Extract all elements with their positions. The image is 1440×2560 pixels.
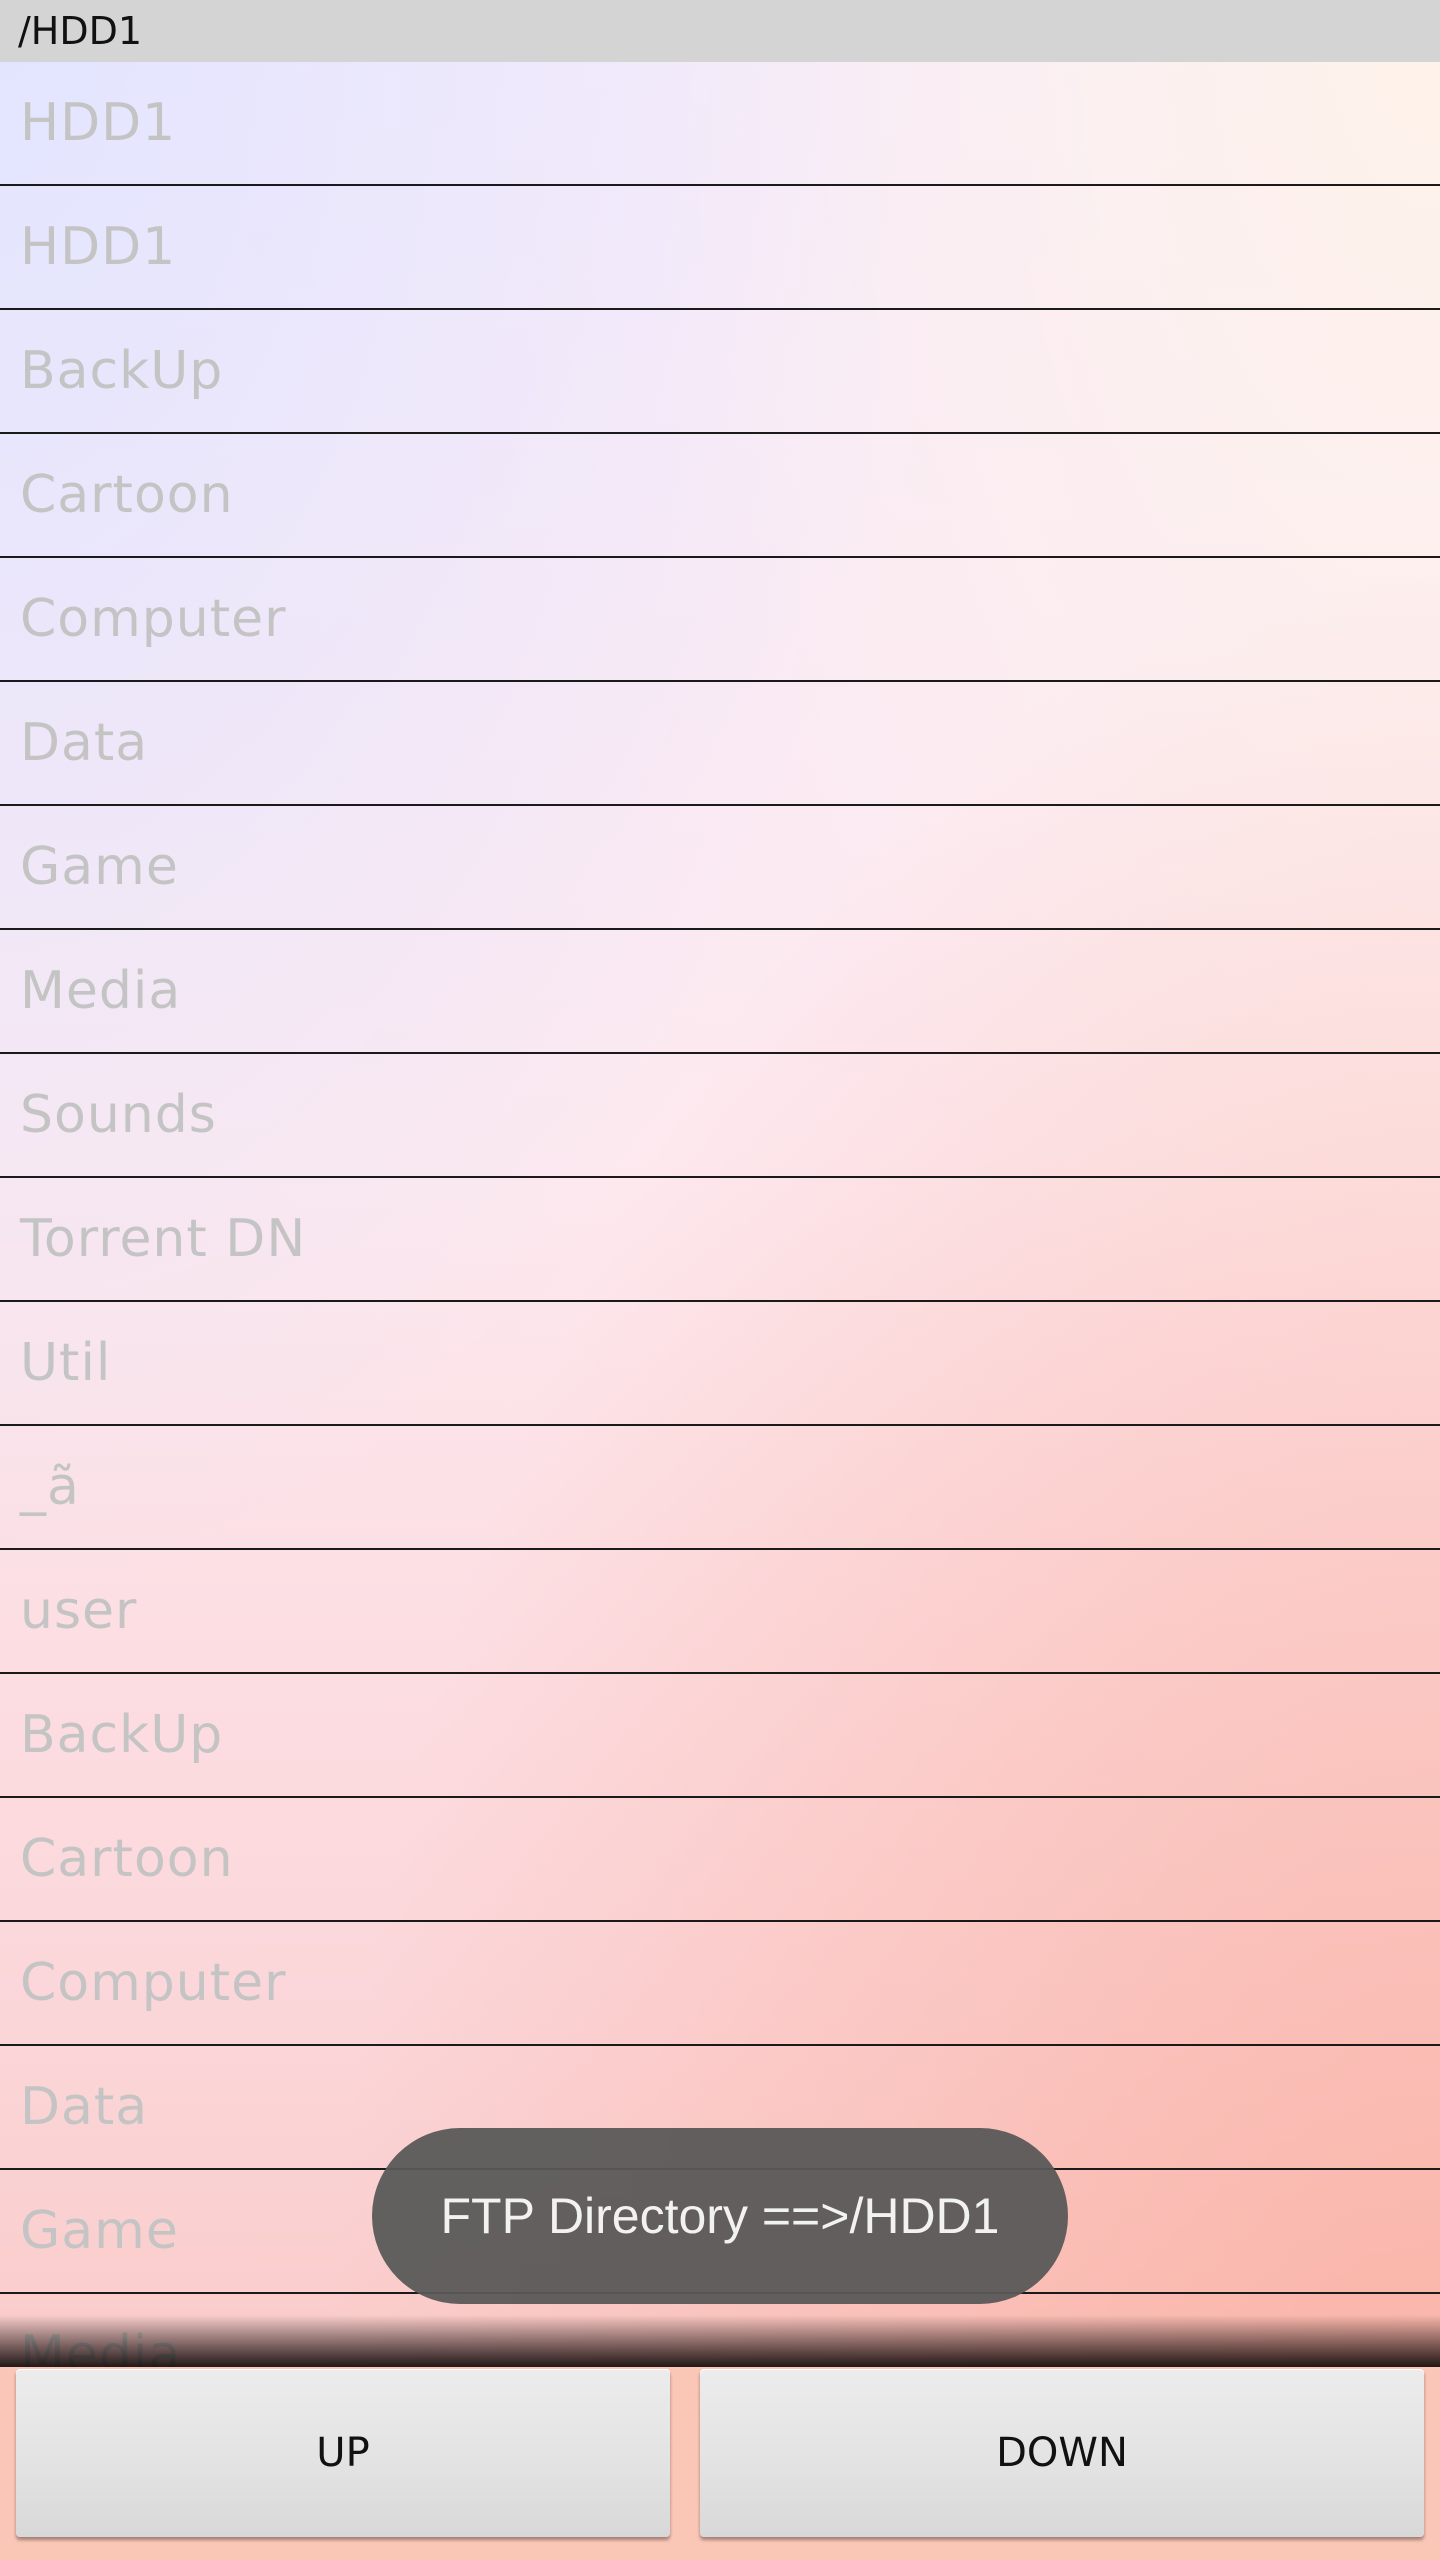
toast: FTP Directory ==>/HDD1 [372, 2128, 1068, 2304]
button-bar: UP DOWN [0, 2367, 1440, 2560]
list-item-label: Cartoon [20, 465, 234, 525]
list-item[interactable]: Cartoon [0, 1798, 1440, 1922]
list-item-label: Computer [20, 589, 287, 649]
list-item-label: BackUp [20, 341, 224, 401]
list-item-label: Sounds [20, 1085, 217, 1145]
list-item[interactable]: _ã [0, 1426, 1440, 1550]
list-item[interactable]: Computer [0, 1922, 1440, 2046]
list-item[interactable]: Media [0, 930, 1440, 1054]
list-item-label: Media [20, 2325, 182, 2367]
list-item-label: user [20, 1581, 138, 1641]
list-item[interactable]: Computer [0, 558, 1440, 682]
list-item[interactable]: BackUp [0, 1674, 1440, 1798]
list-item-label: _ã [20, 1457, 80, 1517]
list-item-label: Data [20, 713, 149, 773]
list-item-label: Data [20, 2077, 149, 2137]
file-list[interactable]: HDD1 HDD1 BackUp Cartoon Computer Data G… [0, 62, 1440, 2367]
toast-message: FTP Directory ==>/HDD1 [440, 2188, 1000, 2244]
list-item-label: Cartoon [20, 1829, 234, 1889]
list-item-label: Game [20, 2201, 179, 2261]
list-item[interactable]: Torrent DN [0, 1178, 1440, 1302]
list-item-label: Util [20, 1333, 112, 1393]
list-item[interactable]: Media [0, 2294, 1440, 2367]
list-item-label: BackUp [20, 1705, 224, 1765]
list-item[interactable]: HDD1 [0, 186, 1440, 310]
list-item-label: HDD1 [20, 93, 177, 153]
list-item[interactable]: Util [0, 1302, 1440, 1426]
list-item-label: Game [20, 837, 179, 897]
current-path: /HDD1 [18, 9, 143, 53]
path-bar: /HDD1 [0, 0, 1440, 62]
down-button[interactable]: DOWN [700, 2369, 1424, 2537]
list-item-label: HDD1 [20, 217, 177, 277]
list-item-label: Media [20, 961, 182, 1021]
list-item-label: Computer [20, 1953, 287, 2013]
list-item[interactable]: BackUp [0, 310, 1440, 434]
list-item[interactable]: Data [0, 682, 1440, 806]
list-item[interactable]: user [0, 1550, 1440, 1674]
list-item[interactable]: Game [0, 806, 1440, 930]
list-item-label: Torrent DN [20, 1209, 307, 1269]
list-item[interactable]: Sounds [0, 1054, 1440, 1178]
list-item[interactable]: Cartoon [0, 434, 1440, 558]
up-button[interactable]: UP [16, 2369, 670, 2537]
list-item[interactable]: HDD1 [0, 62, 1440, 186]
